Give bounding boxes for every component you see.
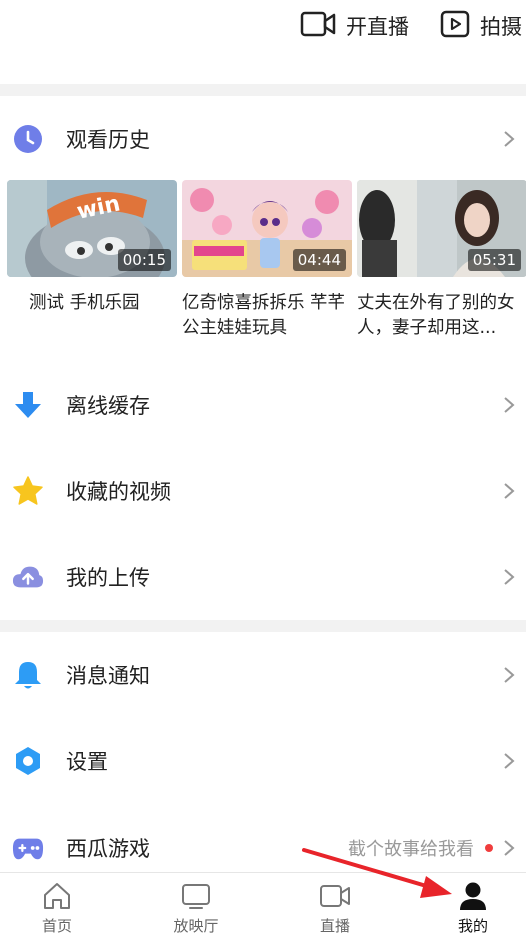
settings-label: 设置 [66, 750, 108, 774]
clock-icon [12, 123, 44, 155]
home-icon [41, 881, 73, 911]
tab-label: 放映厅 [173, 917, 219, 935]
chevron-right-icon [504, 569, 515, 585]
favorite-videos-row[interactable]: 收藏的视频 [0, 448, 526, 534]
shoot-button[interactable]: 拍摄 [440, 10, 522, 42]
video-title: 测试 手机乐园 [29, 293, 140, 313]
download-arrow-icon [12, 389, 44, 421]
tab-home[interactable]: 首页 [12, 881, 102, 936]
tab-label: 我的 [457, 917, 488, 935]
video-camera-icon [300, 10, 336, 42]
video-thumbnail: 04:44 [182, 180, 352, 277]
favorite-videos-label: 收藏的视频 [66, 480, 171, 504]
tab-theater[interactable]: 放映厅 [151, 881, 241, 936]
notifications-row[interactable]: 消息通知 [0, 632, 526, 718]
video-title: 丈夫在外有了别的女人，妻子却用这... [357, 293, 515, 338]
bell-icon [12, 659, 44, 691]
section-divider [0, 620, 526, 632]
tab-me[interactable]: 我的 [428, 881, 518, 936]
tv-icon [180, 881, 212, 911]
chevron-right-icon [504, 131, 515, 147]
offline-cache-label: 离线缓存 [66, 394, 150, 418]
history-video-list: win 00:15 测试 手机乐园 04:44 亿奇惊喜拆拆乐 芊芊公主娃娃玩具… [0, 180, 526, 345]
history-video-card[interactable]: win 00:15 测试 手机乐园 [7, 180, 177, 316]
play-square-icon [440, 10, 470, 42]
cloud-upload-icon [12, 561, 44, 593]
shoot-label: 拍摄 [480, 15, 522, 39]
person-icon [457, 881, 489, 911]
video-camera-icon [319, 881, 351, 911]
my-uploads-label: 我的上传 [66, 566, 150, 590]
my-uploads-row[interactable]: 我的上传 [0, 534, 526, 620]
chevron-right-icon [504, 840, 515, 856]
gamepad-icon [12, 832, 44, 864]
chevron-right-icon [504, 753, 515, 769]
star-icon [12, 475, 44, 507]
watch-history-label: 观看历史 [66, 128, 150, 152]
go-live-label: 开直播 [346, 15, 409, 39]
hexagon-settings-icon [12, 745, 44, 777]
history-video-card[interactable]: 04:44 亿奇惊喜拆拆乐 芊芊公主娃娃玩具 [182, 180, 352, 341]
top-bar: 开直播 拍摄 [0, 0, 526, 84]
settings-row[interactable]: 设置 [0, 718, 526, 804]
chevron-right-icon [504, 483, 515, 499]
history-video-card[interactable]: 05:31 丈夫在外有了别的女人，妻子却用这... [357, 180, 526, 341]
section-divider [0, 84, 526, 96]
video-thumbnail: win 00:15 [7, 180, 177, 277]
video-duration: 04:44 [292, 249, 346, 271]
notifications-label: 消息通知 [66, 664, 150, 688]
video-title: 亿奇惊喜拆拆乐 芊芊公主娃娃玩具 [182, 293, 346, 338]
tab-live[interactable]: 直播 [290, 881, 380, 936]
go-live-button[interactable]: 开直播 [300, 10, 409, 42]
offline-cache-row[interactable]: 离线缓存 [0, 362, 526, 448]
chevron-right-icon [504, 397, 515, 413]
bottom-tab-bar: 首页 放映厅 直播 我的 [0, 872, 526, 940]
video-duration: 00:15 [117, 249, 171, 271]
unread-dot [485, 844, 493, 852]
video-duration: 05:31 [467, 249, 521, 271]
games-promo-text: 截个故事给我看 [348, 839, 474, 860]
tab-label: 直播 [319, 917, 350, 935]
video-thumbnail: 05:31 [357, 180, 526, 277]
tab-label: 首页 [41, 917, 72, 935]
chevron-right-icon [504, 667, 515, 683]
watch-history-row[interactable]: 观看历史 [0, 96, 526, 182]
games-label: 西瓜游戏 [66, 837, 150, 861]
